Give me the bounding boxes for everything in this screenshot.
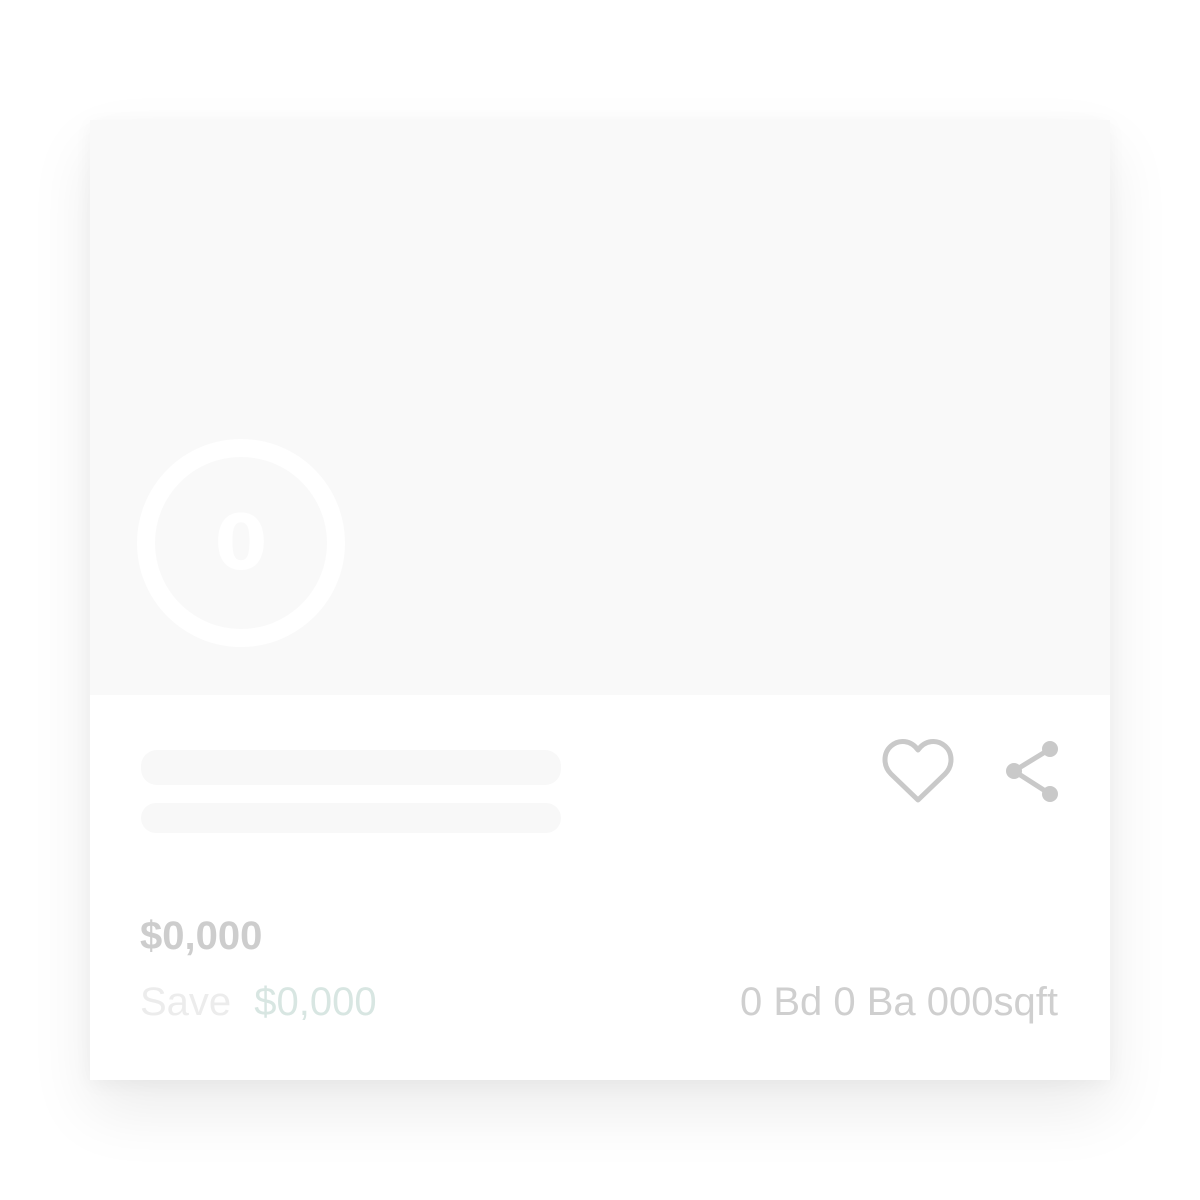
heart-outline-icon xyxy=(882,739,954,803)
score-badge: 0 xyxy=(136,438,346,648)
share-icon xyxy=(1006,741,1058,802)
favorite-button[interactable] xyxy=(882,738,954,806)
title-skeleton xyxy=(141,750,561,785)
listing-specs: 0 Bd 0 Ba 000sqft xyxy=(739,980,1058,1024)
savings-amount: $0,000 xyxy=(254,980,377,1024)
subtitle-skeleton xyxy=(141,803,561,833)
savings-label: Save xyxy=(140,980,232,1024)
share-button[interactable] xyxy=(1002,738,1064,806)
score-value: 0 xyxy=(214,498,268,587)
savings-info: Save $0,000 xyxy=(140,982,377,1022)
listing-card[interactable]: 0 $0,000 Save $0,000 0 Bd 0 Ba 000sqft xyxy=(90,120,1110,1080)
listing-image-placeholder[interactable]: 0 xyxy=(90,120,1110,695)
listing-price: $0,000 xyxy=(140,914,263,958)
